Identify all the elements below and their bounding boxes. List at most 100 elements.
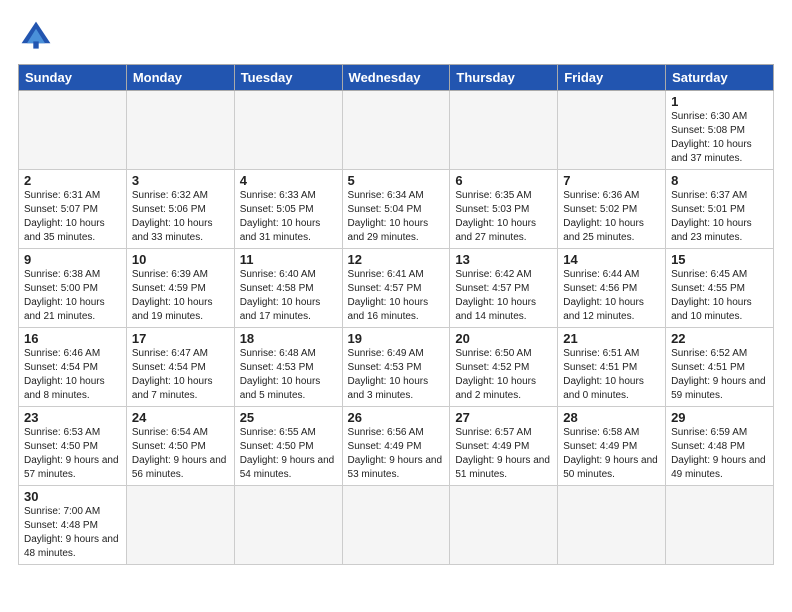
- day-cell: 10Sunrise: 6:39 AM Sunset: 4:59 PM Dayli…: [126, 249, 234, 328]
- day-number: 8: [671, 173, 768, 188]
- day-info: Sunrise: 6:39 AM Sunset: 4:59 PM Dayligh…: [132, 268, 229, 324]
- logo-icon: [18, 18, 54, 54]
- day-cell: 20Sunrise: 6:50 AM Sunset: 4:52 PM Dayli…: [450, 328, 558, 407]
- day-info: Sunrise: 6:53 AM Sunset: 4:50 PM Dayligh…: [24, 426, 121, 482]
- day-cell: 2Sunrise: 6:31 AM Sunset: 5:07 PM Daylig…: [19, 170, 127, 249]
- day-number: 23: [24, 410, 121, 425]
- week-row-6: 30Sunrise: 7:00 AM Sunset: 4:48 PM Dayli…: [19, 486, 774, 565]
- day-number: 17: [132, 331, 229, 346]
- day-cell: [666, 486, 774, 565]
- week-row-4: 16Sunrise: 6:46 AM Sunset: 4:54 PM Dayli…: [19, 328, 774, 407]
- weekday-header-friday: Friday: [558, 65, 666, 91]
- page: SundayMondayTuesdayWednesdayThursdayFrid…: [0, 0, 792, 575]
- day-number: 16: [24, 331, 121, 346]
- day-number: 10: [132, 252, 229, 267]
- day-number: 30: [24, 489, 121, 504]
- day-cell: 24Sunrise: 6:54 AM Sunset: 4:50 PM Dayli…: [126, 407, 234, 486]
- day-info: Sunrise: 6:40 AM Sunset: 4:58 PM Dayligh…: [240, 268, 337, 324]
- day-cell: 23Sunrise: 6:53 AM Sunset: 4:50 PM Dayli…: [19, 407, 127, 486]
- day-info: Sunrise: 6:52 AM Sunset: 4:51 PM Dayligh…: [671, 347, 768, 403]
- day-cell: 27Sunrise: 6:57 AM Sunset: 4:49 PM Dayli…: [450, 407, 558, 486]
- week-row-2: 2Sunrise: 6:31 AM Sunset: 5:07 PM Daylig…: [19, 170, 774, 249]
- day-number: 19: [348, 331, 445, 346]
- day-number: 24: [132, 410, 229, 425]
- day-cell: 17Sunrise: 6:47 AM Sunset: 4:54 PM Dayli…: [126, 328, 234, 407]
- day-info: Sunrise: 6:54 AM Sunset: 4:50 PM Dayligh…: [132, 426, 229, 482]
- day-number: 4: [240, 173, 337, 188]
- day-cell: 16Sunrise: 6:46 AM Sunset: 4:54 PM Dayli…: [19, 328, 127, 407]
- header: [18, 18, 774, 54]
- day-cell: [126, 486, 234, 565]
- day-cell: [234, 91, 342, 170]
- weekday-header-thursday: Thursday: [450, 65, 558, 91]
- day-number: 5: [348, 173, 445, 188]
- calendar-body: 1Sunrise: 6:30 AM Sunset: 5:08 PM Daylig…: [19, 91, 774, 565]
- day-cell: 15Sunrise: 6:45 AM Sunset: 4:55 PM Dayli…: [666, 249, 774, 328]
- day-number: 6: [455, 173, 552, 188]
- day-number: 21: [563, 331, 660, 346]
- day-cell: 30Sunrise: 7:00 AM Sunset: 4:48 PM Dayli…: [19, 486, 127, 565]
- day-cell: 25Sunrise: 6:55 AM Sunset: 4:50 PM Dayli…: [234, 407, 342, 486]
- day-cell: [342, 91, 450, 170]
- day-cell: 12Sunrise: 6:41 AM Sunset: 4:57 PM Dayli…: [342, 249, 450, 328]
- day-info: Sunrise: 6:46 AM Sunset: 4:54 PM Dayligh…: [24, 347, 121, 403]
- week-row-5: 23Sunrise: 6:53 AM Sunset: 4:50 PM Dayli…: [19, 407, 774, 486]
- day-cell: 5Sunrise: 6:34 AM Sunset: 5:04 PM Daylig…: [342, 170, 450, 249]
- week-row-1: 1Sunrise: 6:30 AM Sunset: 5:08 PM Daylig…: [19, 91, 774, 170]
- day-cell: [126, 91, 234, 170]
- day-number: 25: [240, 410, 337, 425]
- day-info: Sunrise: 6:51 AM Sunset: 4:51 PM Dayligh…: [563, 347, 660, 403]
- day-cell: 8Sunrise: 6:37 AM Sunset: 5:01 PM Daylig…: [666, 170, 774, 249]
- day-info: Sunrise: 6:47 AM Sunset: 4:54 PM Dayligh…: [132, 347, 229, 403]
- weekday-header-tuesday: Tuesday: [234, 65, 342, 91]
- day-info: Sunrise: 6:55 AM Sunset: 4:50 PM Dayligh…: [240, 426, 337, 482]
- day-number: 29: [671, 410, 768, 425]
- weekday-header-monday: Monday: [126, 65, 234, 91]
- day-cell: 21Sunrise: 6:51 AM Sunset: 4:51 PM Dayli…: [558, 328, 666, 407]
- weekday-header-wednesday: Wednesday: [342, 65, 450, 91]
- day-info: Sunrise: 6:45 AM Sunset: 4:55 PM Dayligh…: [671, 268, 768, 324]
- day-info: Sunrise: 6:58 AM Sunset: 4:49 PM Dayligh…: [563, 426, 660, 482]
- day-info: Sunrise: 6:57 AM Sunset: 4:49 PM Dayligh…: [455, 426, 552, 482]
- day-number: 11: [240, 252, 337, 267]
- week-row-3: 9Sunrise: 6:38 AM Sunset: 5:00 PM Daylig…: [19, 249, 774, 328]
- day-cell: [558, 486, 666, 565]
- day-number: 7: [563, 173, 660, 188]
- day-cell: 7Sunrise: 6:36 AM Sunset: 5:02 PM Daylig…: [558, 170, 666, 249]
- weekday-header-sunday: Sunday: [19, 65, 127, 91]
- day-number: 20: [455, 331, 552, 346]
- day-info: Sunrise: 6:50 AM Sunset: 4:52 PM Dayligh…: [455, 347, 552, 403]
- day-cell: 29Sunrise: 6:59 AM Sunset: 4:48 PM Dayli…: [666, 407, 774, 486]
- day-info: Sunrise: 6:33 AM Sunset: 5:05 PM Dayligh…: [240, 189, 337, 245]
- day-cell: 3Sunrise: 6:32 AM Sunset: 5:06 PM Daylig…: [126, 170, 234, 249]
- day-cell: [19, 91, 127, 170]
- day-info: Sunrise: 6:38 AM Sunset: 5:00 PM Dayligh…: [24, 268, 121, 324]
- day-number: 13: [455, 252, 552, 267]
- day-number: 26: [348, 410, 445, 425]
- day-cell: [558, 91, 666, 170]
- day-info: Sunrise: 6:56 AM Sunset: 4:49 PM Dayligh…: [348, 426, 445, 482]
- day-number: 14: [563, 252, 660, 267]
- day-cell: 18Sunrise: 6:48 AM Sunset: 4:53 PM Dayli…: [234, 328, 342, 407]
- day-info: Sunrise: 6:32 AM Sunset: 5:06 PM Dayligh…: [132, 189, 229, 245]
- day-number: 1: [671, 94, 768, 109]
- day-info: Sunrise: 6:31 AM Sunset: 5:07 PM Dayligh…: [24, 189, 121, 245]
- weekday-header-saturday: Saturday: [666, 65, 774, 91]
- day-number: 2: [24, 173, 121, 188]
- day-cell: 11Sunrise: 6:40 AM Sunset: 4:58 PM Dayli…: [234, 249, 342, 328]
- day-cell: [450, 91, 558, 170]
- day-cell: 9Sunrise: 6:38 AM Sunset: 5:00 PM Daylig…: [19, 249, 127, 328]
- calendar: SundayMondayTuesdayWednesdayThursdayFrid…: [18, 64, 774, 565]
- day-number: 3: [132, 173, 229, 188]
- day-info: Sunrise: 6:48 AM Sunset: 4:53 PM Dayligh…: [240, 347, 337, 403]
- logo: [18, 18, 58, 54]
- day-cell: 4Sunrise: 6:33 AM Sunset: 5:05 PM Daylig…: [234, 170, 342, 249]
- day-info: Sunrise: 6:59 AM Sunset: 4:48 PM Dayligh…: [671, 426, 768, 482]
- day-number: 22: [671, 331, 768, 346]
- day-cell: 26Sunrise: 6:56 AM Sunset: 4:49 PM Dayli…: [342, 407, 450, 486]
- day-info: Sunrise: 6:36 AM Sunset: 5:02 PM Dayligh…: [563, 189, 660, 245]
- day-info: Sunrise: 6:34 AM Sunset: 5:04 PM Dayligh…: [348, 189, 445, 245]
- day-info: Sunrise: 7:00 AM Sunset: 4:48 PM Dayligh…: [24, 505, 121, 561]
- day-number: 28: [563, 410, 660, 425]
- calendar-header: SundayMondayTuesdayWednesdayThursdayFrid…: [19, 65, 774, 91]
